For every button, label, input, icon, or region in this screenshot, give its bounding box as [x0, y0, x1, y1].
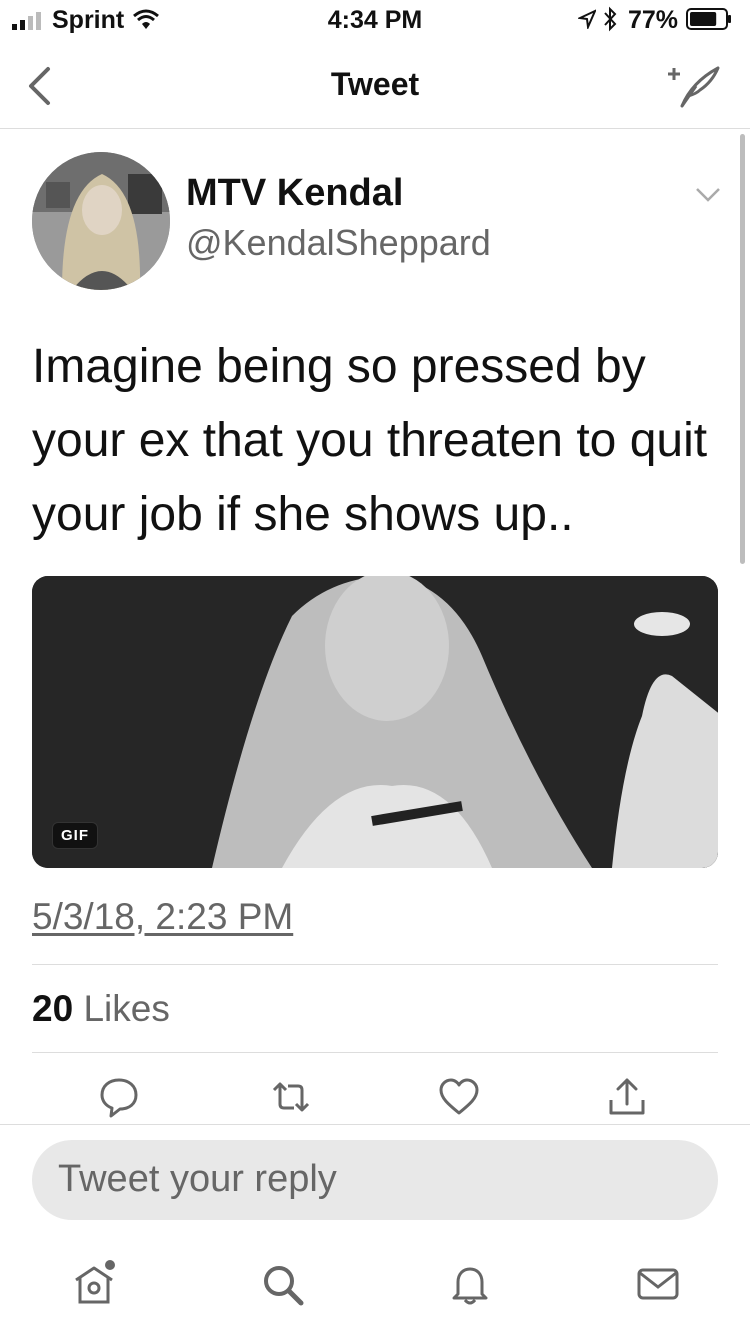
reply-placeholder: Tweet your reply [58, 1158, 337, 1200]
messages-envelope-icon[interactable] [634, 1260, 682, 1308]
likes-count: 20 [32, 988, 74, 1029]
share-icon[interactable] [606, 1076, 648, 1118]
reply-icon[interactable] [98, 1076, 140, 1118]
divider [32, 964, 718, 965]
nav-bar: Tweet [0, 40, 750, 129]
gif-badge: GIF [52, 822, 98, 849]
tweet-timestamp[interactable]: 5/3/18, 2:23 PM [32, 896, 293, 938]
reply-input[interactable]: Tweet your reply [32, 1140, 718, 1220]
gif-frame [32, 576, 718, 868]
battery-percent: 77% [628, 6, 679, 34]
search-icon[interactable] [258, 1260, 306, 1308]
avatar-photo [32, 152, 170, 290]
author-handle[interactable]: @KendalSheppard [186, 222, 491, 264]
location-arrow-icon [578, 9, 596, 29]
author-name[interactable]: MTV Kendal [186, 172, 403, 215]
compose-feather-icon[interactable] [666, 60, 722, 110]
divider [32, 1052, 718, 1053]
battery-icon [686, 8, 731, 30]
tweet-media-gif[interactable]: GIF [32, 576, 718, 868]
notifications-bell-icon[interactable] [446, 1260, 494, 1308]
likes-label: Likes [83, 988, 170, 1029]
avatar[interactable] [32, 152, 170, 290]
chevron-down-icon[interactable] [694, 186, 722, 204]
divider [0, 1124, 750, 1125]
status-bar: Sprint 4:34 PM 77% [0, 0, 750, 40]
likes-stat[interactable]: 20 Likes [32, 988, 170, 1030]
tweet-text: Imagine being so pressed by your ex that… [32, 340, 708, 541]
like-heart-icon[interactable] [438, 1076, 480, 1118]
scrollbar[interactable] [740, 134, 745, 564]
home-icon[interactable] [70, 1260, 118, 1308]
retweet-icon[interactable] [270, 1076, 312, 1118]
bluetooth-icon [604, 6, 617, 32]
page-title: Tweet [330, 66, 420, 102]
